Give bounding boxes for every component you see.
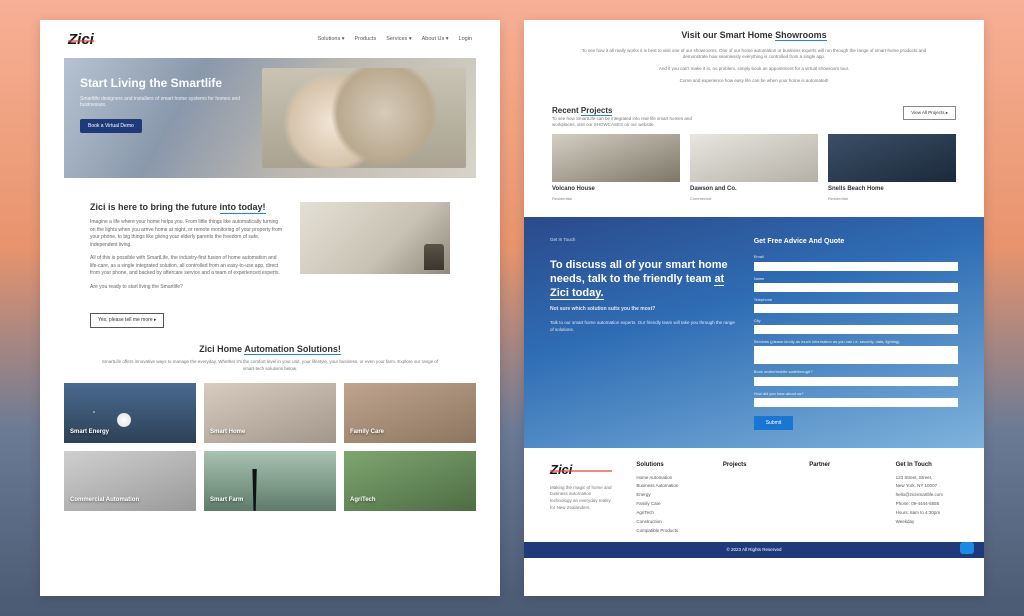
- label-name: Name: [754, 276, 958, 281]
- contact-heading: To discuss all of your smart home needs,…: [550, 259, 736, 300]
- input-name[interactable]: [754, 283, 958, 292]
- project-thumb: [552, 134, 680, 182]
- label-services: Services (please kindly as much informat…: [754, 339, 958, 344]
- footer-hours: Hours: 8am to 4:30pm: [896, 510, 958, 516]
- footer-col-touch: Get In Touch: [896, 462, 958, 470]
- footer-col-partner: Partner: [809, 462, 871, 470]
- footer-link[interactable]: Home Automation: [636, 475, 698, 481]
- label-hear: How did you hear about us?: [754, 391, 958, 396]
- intro-image: [300, 202, 450, 274]
- intro-p3: Are you ready to start living the Smartl…: [90, 284, 284, 292]
- footer-hours: Weekday: [896, 519, 958, 525]
- footer-link[interactable]: Construction: [636, 519, 698, 525]
- card-smart-farm[interactable]: Smart Farm: [204, 451, 336, 511]
- copyright-bar: © 2023 All Rights Reserved: [524, 542, 984, 558]
- solutions-subtitle: SmartLife offers innovative ways to mana…: [100, 359, 440, 373]
- projects-title: Recent Projects: [552, 106, 796, 116]
- view-all-projects-button[interactable]: View All Projects ▸: [903, 106, 956, 120]
- showrooms-p2: And if you can't make it in, no problem,…: [574, 66, 934, 73]
- project-thumb: [828, 134, 956, 182]
- homepage-top: Zici Solutions ▾ Products Services ▾ Abo…: [40, 20, 500, 596]
- nav-menu: Solutions ▾ Products Services ▾ About Us…: [318, 36, 472, 43]
- footer-about: Making the magic of home and business au…: [550, 485, 612, 512]
- nav-solutions[interactable]: Solutions ▾: [318, 36, 345, 43]
- project-card[interactable]: Dawson and Co. Commercial: [690, 134, 818, 204]
- card-commercial[interactable]: Commercial Automation: [64, 451, 196, 511]
- intro-section: Zici is here to bring the future into to…: [40, 192, 500, 314]
- projects-section: Recent Projects To see how SmartLife can…: [524, 100, 984, 214]
- nav-login[interactable]: Login: [459, 36, 472, 43]
- footer-link[interactable]: Energy: [636, 492, 698, 498]
- submit-button[interactable]: Submit: [754, 416, 794, 430]
- card-family-care[interactable]: Family Care: [344, 383, 476, 443]
- form-title: Get Free Advice And Quote: [754, 237, 958, 246]
- input-city[interactable]: [754, 325, 958, 334]
- label-city: City: [754, 318, 958, 323]
- projects-subtitle: To see how SmartLife can be integrated i…: [552, 116, 698, 128]
- project-name: Volcano House: [552, 186, 680, 194]
- nav-services[interactable]: Services ▾: [386, 36, 411, 43]
- brand-logo[interactable]: Zici: [68, 30, 94, 50]
- project-meta: Residential: [552, 196, 572, 201]
- intro-heading: Zici is here to bring the future into to…: [90, 202, 284, 214]
- solutions-title: Zici Home Automation Solutions!: [40, 344, 500, 356]
- project-card[interactable]: Snells Beach Home Residential: [828, 134, 956, 204]
- project-meta: Commercial: [690, 196, 711, 201]
- input-hear[interactable]: [754, 398, 958, 407]
- hero-image: [262, 68, 466, 168]
- showrooms-cta: Come and experience how easy life can be…: [574, 78, 934, 85]
- hero-title: Start Living the Smartlife: [80, 76, 289, 90]
- contact-eyebrow: Get In Touch: [550, 237, 736, 243]
- project-name: Dawson and Co.: [690, 186, 818, 194]
- chat-icon[interactable]: [960, 542, 974, 554]
- footer-link[interactable]: Business Automation: [636, 483, 698, 489]
- card-smart-energy[interactable]: Smart Energy: [64, 383, 196, 443]
- footer-col-projects: Projects: [723, 462, 785, 470]
- showrooms-title: Visit our Smart Home Showrooms: [574, 30, 934, 42]
- hero-subtitle: Smartlife designers and installers of sm…: [80, 96, 251, 109]
- homepage-bottom: Visit our Smart Home Showrooms To see ho…: [524, 20, 984, 596]
- nav-about[interactable]: About Us ▾: [422, 36, 449, 43]
- footer-email[interactable]: hello@zicismartlife.com: [896, 492, 958, 498]
- contact-sub2: Talk to our smart home automation expert…: [550, 320, 736, 334]
- contact-section: Get In Touch To discuss all of your smar…: [524, 217, 984, 447]
- read-more-button[interactable]: Yes, please tell me more ▸: [90, 313, 164, 328]
- top-nav: Zici Solutions ▾ Products Services ▾ Abo…: [40, 20, 500, 58]
- project-name: Snells Beach Home: [828, 186, 956, 194]
- input-email[interactable]: [754, 262, 958, 271]
- footer-col-solutions: Solutions: [636, 462, 698, 470]
- label-email: Email: [754, 254, 958, 259]
- project-meta: Residential: [828, 196, 848, 201]
- hero-banner: Start Living the Smartlife Smartlife des…: [64, 58, 476, 178]
- footer-link[interactable]: Compatible Products: [636, 528, 698, 534]
- footer: Zici Making the magic of home and busine…: [524, 448, 984, 543]
- input-consult[interactable]: [754, 377, 958, 386]
- footer-addr: New York, NY 10007: [896, 483, 958, 489]
- solutions-grid: Smart Energy Smart Home Family Care Comm…: [40, 383, 500, 521]
- nav-products[interactable]: Products: [355, 36, 377, 43]
- contact-sub1: Not sure which solution suits you the mo…: [550, 306, 655, 312]
- card-agritech[interactable]: AgriTech: [344, 451, 476, 511]
- footer-phone[interactable]: Phone: 09-4444-5555: [896, 501, 958, 507]
- intro-p2: All of this is possible with SmartLife, …: [90, 255, 284, 278]
- intro-p1: Imagine a life where your home helps you…: [90, 219, 284, 249]
- input-phone[interactable]: [754, 304, 958, 313]
- showrooms-p1: To see how it all really works it is bes…: [574, 48, 934, 62]
- project-card[interactable]: Volcano House Residential: [552, 134, 680, 204]
- label-consult: Book onsite/mobile walkthrough?: [754, 369, 958, 374]
- project-thumb: [690, 134, 818, 182]
- footer-link[interactable]: Family Care: [636, 501, 698, 507]
- card-smart-home[interactable]: Smart Home: [204, 383, 336, 443]
- hero-cta-button[interactable]: Book a Virtual Demo: [80, 119, 142, 134]
- footer-link[interactable]: AgriTech: [636, 510, 698, 516]
- footer-logo[interactable]: Zici: [550, 462, 612, 479]
- footer-addr: 123 Street, Street,: [896, 475, 958, 481]
- label-phone: Telephone: [754, 297, 958, 302]
- input-services[interactable]: [754, 346, 958, 364]
- showrooms-section: Visit our Smart Home Showrooms To see ho…: [524, 20, 984, 100]
